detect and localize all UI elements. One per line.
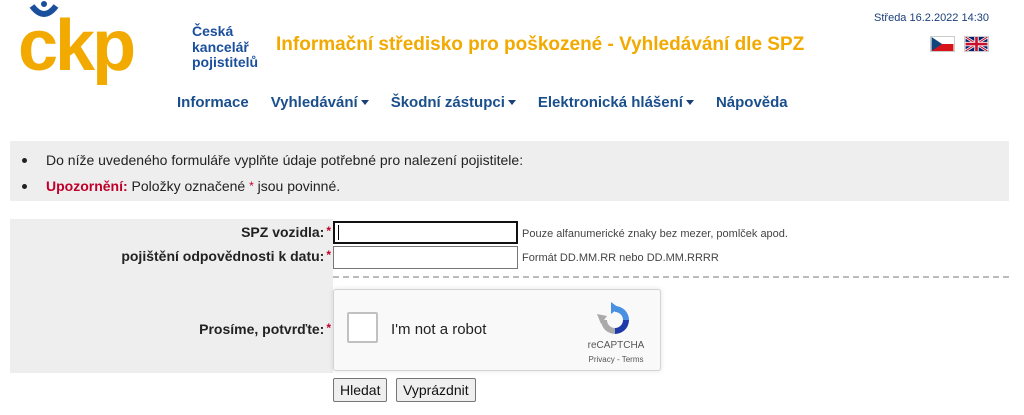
recaptcha-checkbox[interactable] [347, 312, 378, 343]
logo-text-line-1: Česká [192, 23, 234, 39]
czech-flag-icon[interactable] [930, 36, 955, 52]
instructions-list: Do níže uvedeného formuláře vyplňte údaj… [22, 151, 1009, 203]
logo-text-line-3: pojistitelů [192, 54, 259, 70]
main-nav: Informace Vyhledávání Škodní zástupci El… [177, 94, 810, 111]
logo-text-line-2: kancelář [192, 38, 249, 55]
recaptcha-privacy-terms-links[interactable]: Privacy - Terms [580, 355, 652, 364]
spz-input[interactable] [333, 221, 518, 244]
caret-down-icon [685, 100, 694, 105]
nav-item-informace[interactable]: Informace [177, 94, 249, 111]
recaptcha-widget: I'm not a robot reCAPTCHA Privacy - Term… [333, 289, 661, 371]
clear-button[interactable]: Vyprázdnit [396, 378, 476, 402]
nav-item-label: Vyhledávání [270, 94, 358, 111]
nav-item-vyhledavani[interactable]: Vyhledávání [271, 94, 369, 111]
recaptcha-logo-icon [597, 302, 629, 334]
required-asterisk: * [326, 248, 331, 262]
form-divider [333, 276, 1009, 278]
captcha-label: Prosíme, potvrďte: * [199, 321, 331, 337]
date-hint: Formát DD.MM.RR nebo DD.MM.RRRR [522, 252, 719, 264]
svg-text:ckp: ckp [18, 6, 134, 86]
warning-text-after: jsou povinné. [257, 178, 341, 194]
caret-down-icon [507, 100, 516, 105]
date-label: pojištění odpovědnosti k datu: * [121, 248, 331, 264]
nav-item-label: Elektronická hlášení [537, 94, 683, 111]
nav-item-napoveda[interactable]: Nápověda [716, 94, 788, 111]
date-label-text: pojištění odpovědnosti k datu: [121, 248, 325, 264]
instructions-box: Do níže uvedeného formuláře vyplňte údaj… [10, 141, 1009, 201]
required-asterisk: * [326, 224, 331, 238]
recaptcha-text: I'm not a robot [391, 321, 487, 338]
instruction-text: Do níže uvedeného formuláře vyplňte údaj… [46, 152, 524, 168]
warning-text-before: Položky označené [131, 178, 246, 194]
instruction-item: Do níže uvedeného formuláře vyplňte údaj… [22, 151, 1009, 177]
required-asterisk: * [326, 321, 331, 335]
warning-item: Upozornění: Položky označené * jsou povi… [22, 177, 1009, 203]
ckp-logo-mark: ckp [18, 1, 137, 86]
recaptcha-brand: reCAPTCHA [587, 340, 645, 351]
current-datetime: Středa 16.2.2022 14:30 [874, 12, 989, 24]
nav-item-label: Škodní zástupci [390, 94, 505, 111]
spz-hint: Pouze alfanumerické znaky bez mezer, pom… [522, 228, 788, 240]
nav-item-label: Nápověda [715, 94, 788, 111]
text-cursor [338, 225, 339, 240]
search-button[interactable]: Hledat [333, 378, 388, 402]
warning-label: Upozornění: [46, 178, 128, 194]
ckp-logo[interactable]: ckp Česká kancelář pojistitelů [18, 0, 258, 86]
logo-text: Česká kancelář pojistitelů [192, 23, 259, 71]
nav-item-label: Informace [177, 94, 249, 111]
page-title: Informační středisko pro poškozené - Vyh… [276, 34, 805, 55]
nav-item-elektronicka-hlaseni[interactable]: Elektronická hlášení [538, 94, 694, 111]
spz-label-text: SPZ vozidla: [241, 224, 325, 240]
required-asterisk: * [249, 179, 254, 193]
uk-flag-icon[interactable] [964, 36, 989, 52]
nav-item-skodni-zastupci[interactable]: Škodní zástupci [391, 94, 516, 111]
date-input[interactable] [333, 246, 518, 269]
language-switcher [930, 36, 989, 52]
caret-down-icon [360, 100, 369, 105]
captcha-label-text: Prosíme, potvrďte: [199, 321, 325, 337]
spz-label: SPZ vozidla: * [241, 224, 331, 240]
